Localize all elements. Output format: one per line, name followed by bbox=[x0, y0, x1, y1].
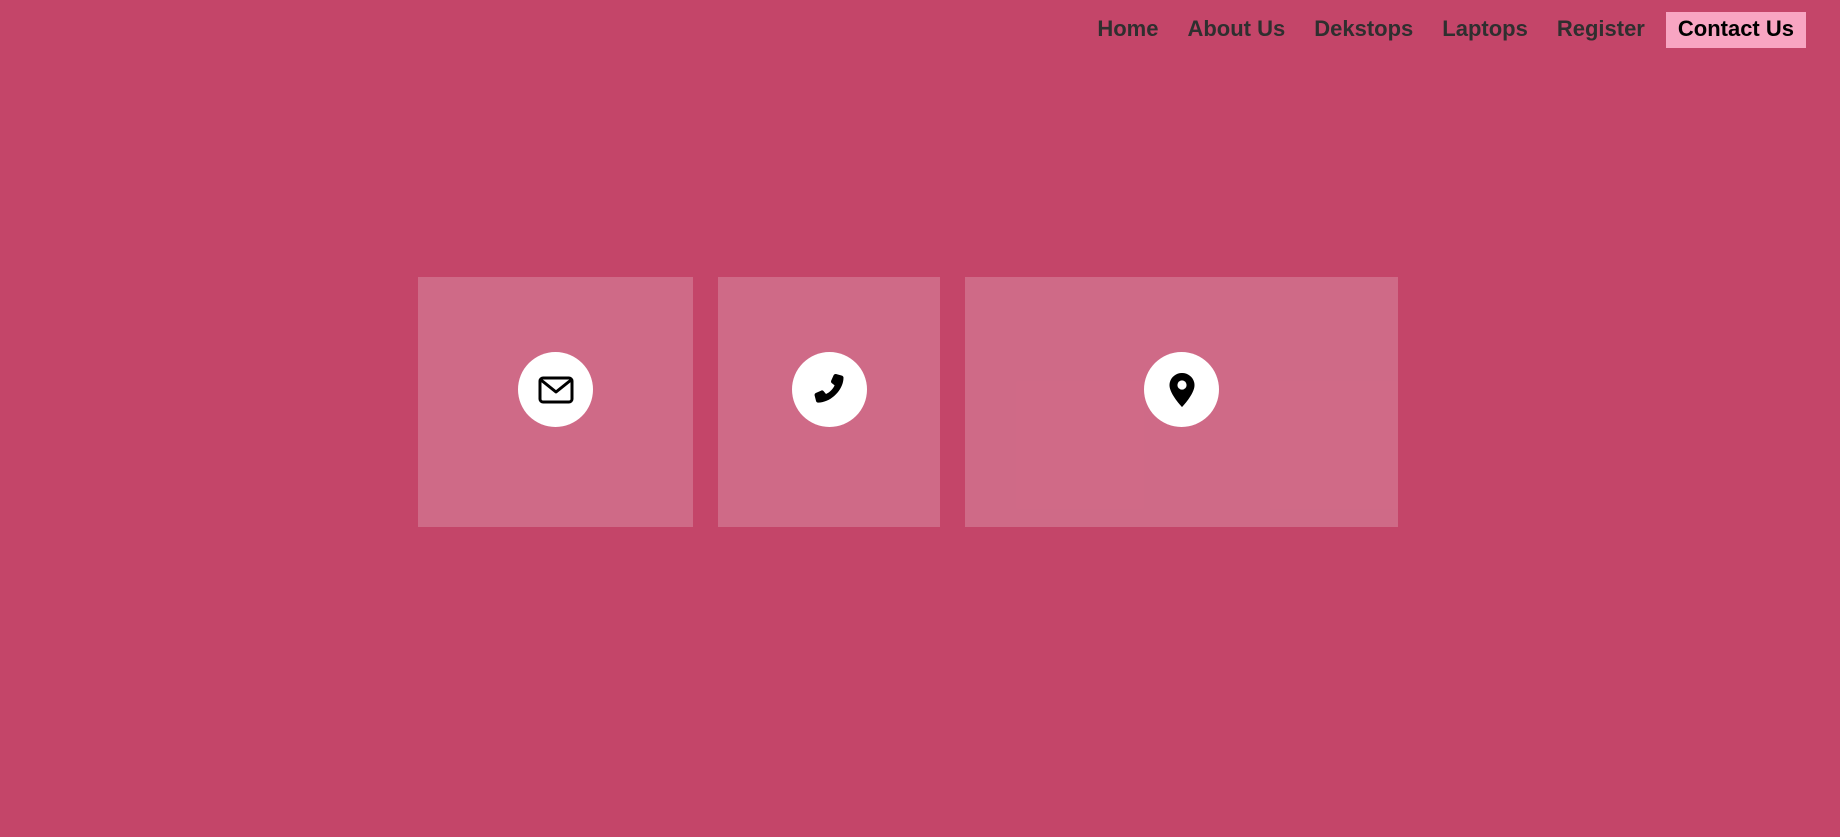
nav-link-desktops[interactable]: Dekstops bbox=[1300, 12, 1427, 48]
nav-link-register[interactable]: Register bbox=[1543, 12, 1659, 48]
nav-link-laptops[interactable]: Laptops bbox=[1428, 12, 1542, 48]
envelope-icon bbox=[538, 376, 573, 403]
phone-card bbox=[718, 277, 940, 527]
nav-link-home[interactable]: Home bbox=[1083, 12, 1172, 48]
location-icon-circle bbox=[1144, 352, 1219, 427]
contact-page: Home About Us Dekstops Laptops Register … bbox=[0, 0, 1840, 837]
map-pin-icon bbox=[1169, 372, 1194, 407]
email-icon-circle bbox=[518, 352, 593, 427]
nav-link-contact-us[interactable]: Contact Us bbox=[1665, 12, 1806, 48]
phone-icon bbox=[814, 373, 844, 403]
contact-cards bbox=[418, 277, 1398, 527]
top-navigation: Home About Us Dekstops Laptops Register … bbox=[1082, 12, 1806, 48]
location-card bbox=[965, 277, 1398, 527]
nav-link-about-us[interactable]: About Us bbox=[1173, 12, 1299, 48]
email-card bbox=[418, 277, 693, 527]
phone-icon-circle bbox=[791, 352, 867, 427]
